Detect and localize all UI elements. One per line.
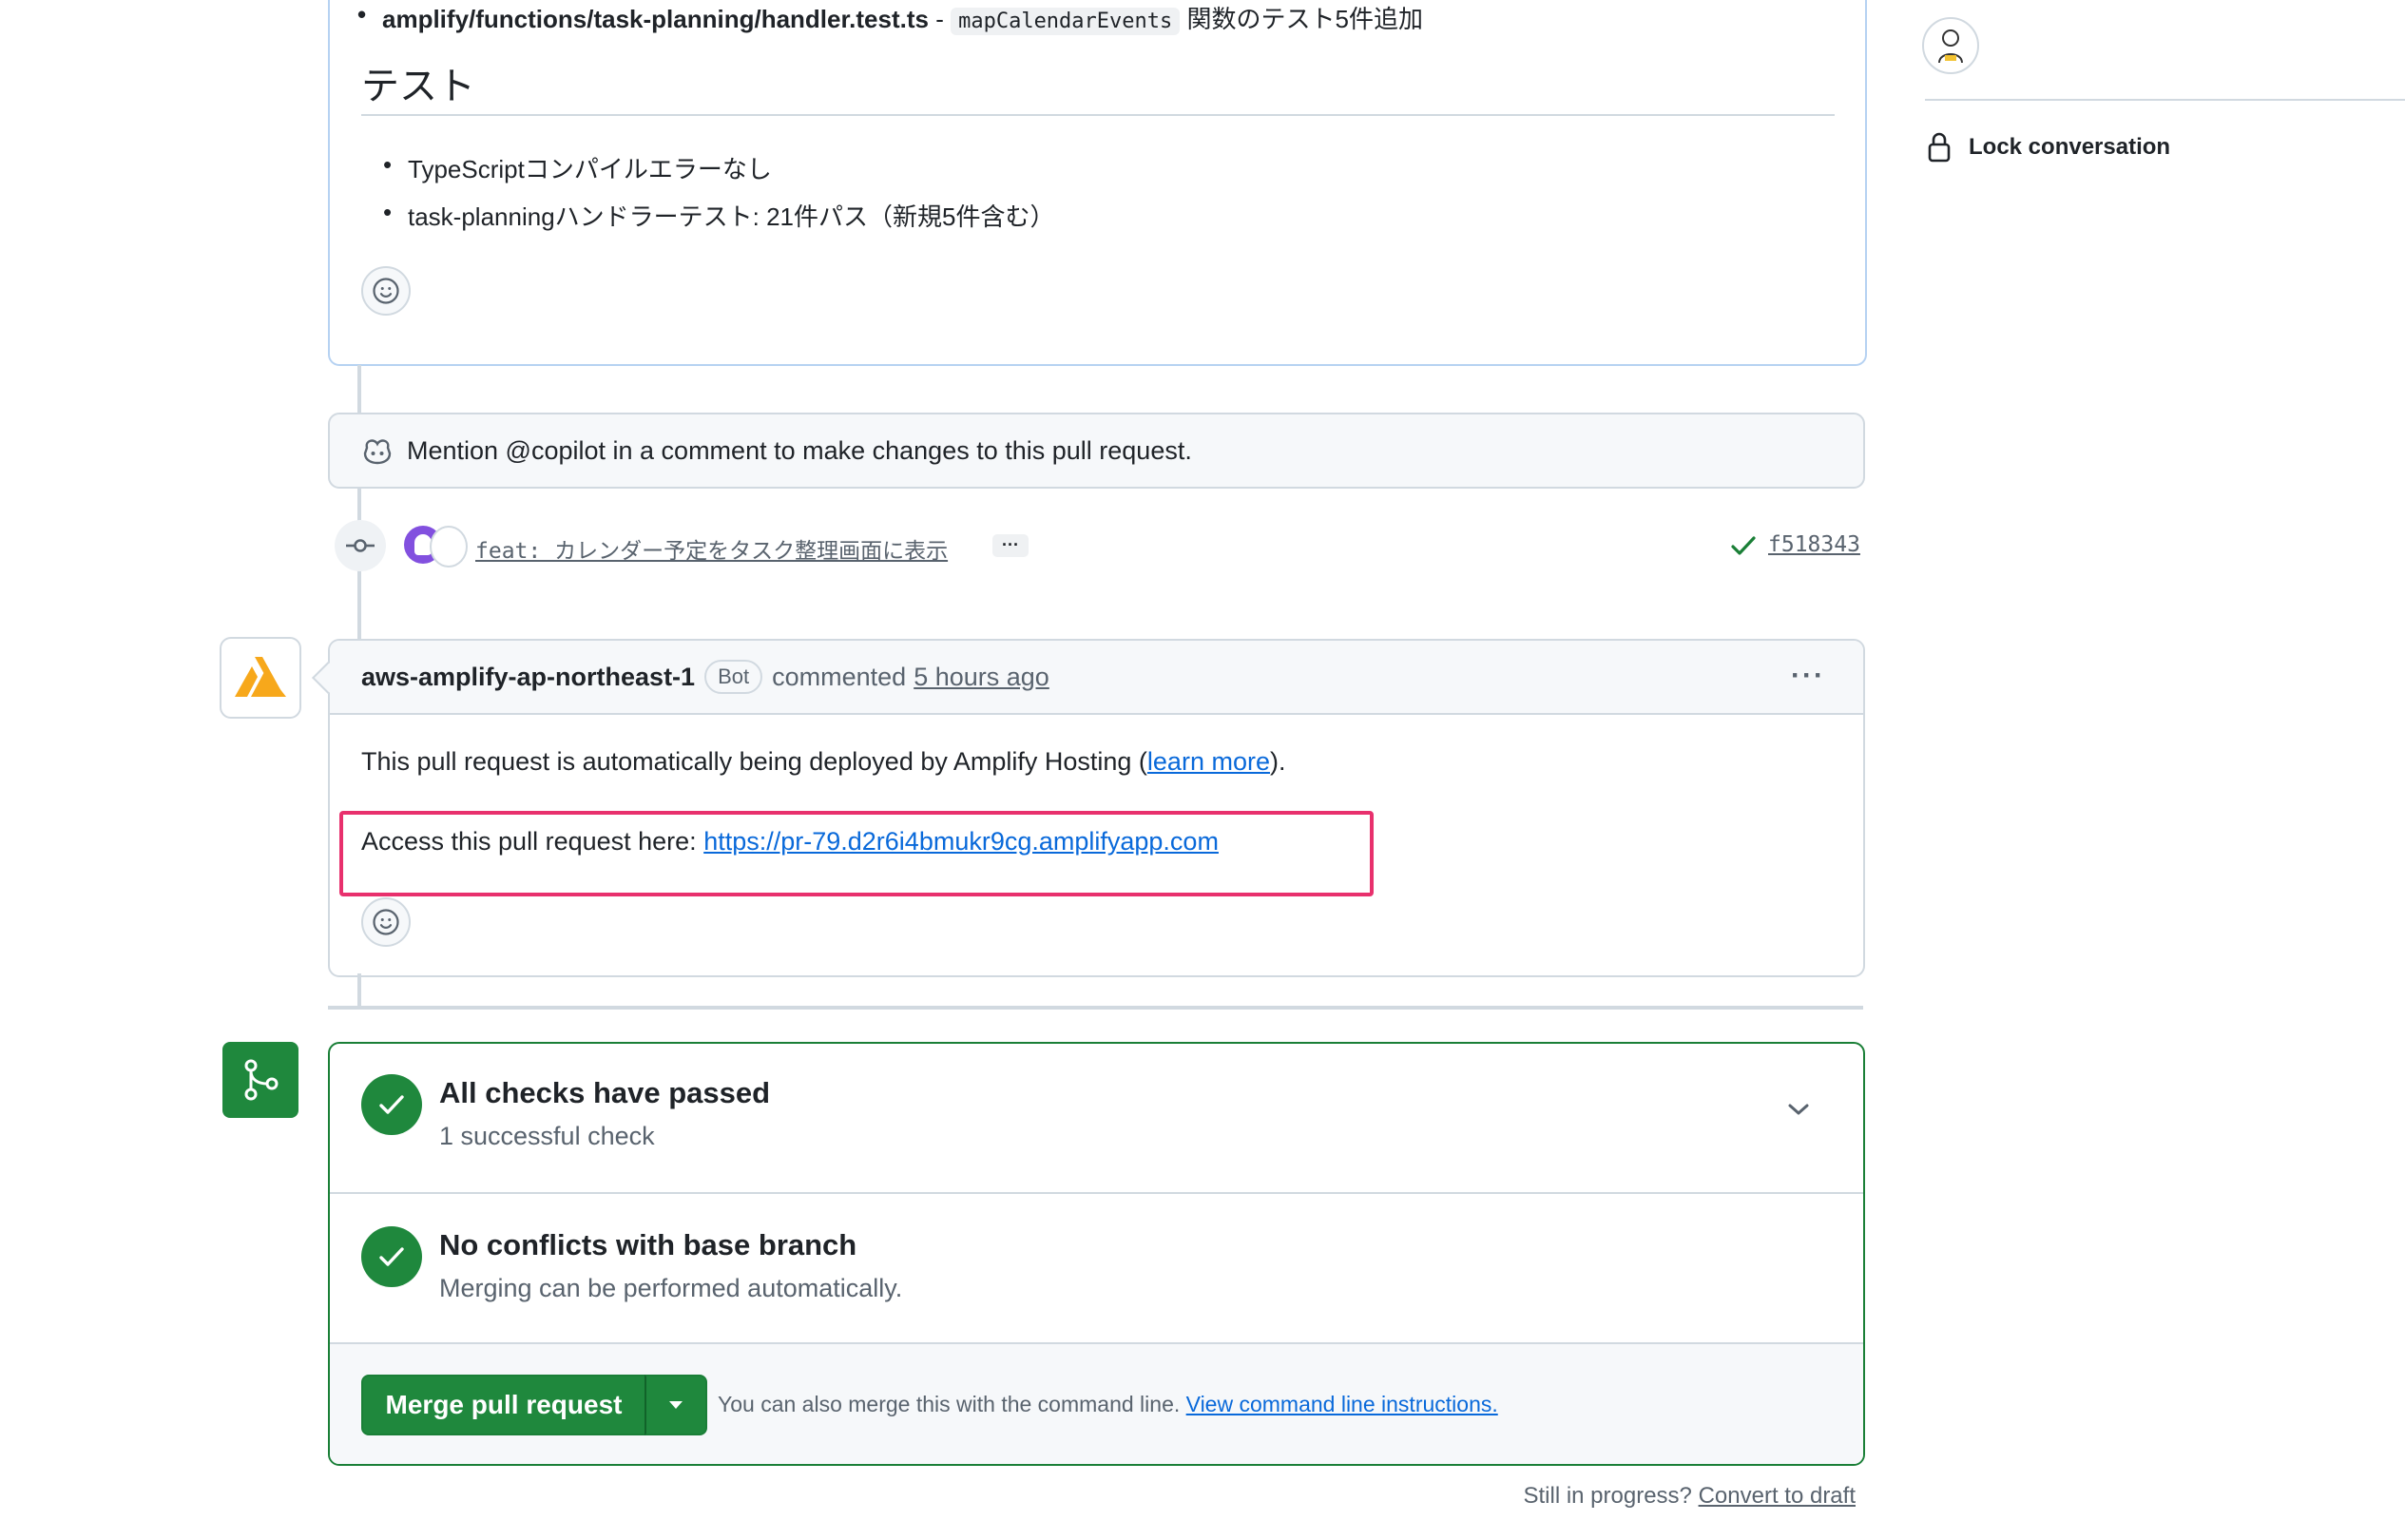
lock-conversation-label: Lock conversation [1969, 134, 2171, 160]
pr-description-card: amplify/functions/task-planning/handler.… [328, 0, 1867, 366]
command-line-instructions-link[interactable]: View command line instructions. [1186, 1392, 1498, 1416]
conflicts-section: No conflicts with base branch Merging ca… [330, 1194, 1863, 1344]
cli-hint: You can also merge this with the command… [718, 1392, 1498, 1417]
git-commit-icon [346, 539, 375, 552]
comment-author-link[interactable]: aws-amplify-ap-northeast-1 [361, 663, 695, 692]
lock-conversation-button[interactable]: Lock conversation [1925, 131, 2170, 164]
commit-node [335, 520, 386, 571]
checks-section[interactable]: All checks have passed 1 successful chec… [330, 1044, 1863, 1194]
chevron-down-icon[interactable] [1786, 1101, 1811, 1123]
check-passed-icon [361, 1226, 422, 1287]
merge-status-badge [222, 1042, 298, 1118]
draft-prefix: Still in progress? [1523, 1483, 1692, 1509]
timeline-line [357, 973, 361, 1008]
function-code: mapCalendarEvents [951, 8, 1181, 35]
check-icon [1730, 534, 1757, 562]
add-reaction-button[interactable] [361, 897, 411, 947]
highlight-annotation [339, 811, 1374, 896]
conflicts-title: No conflicts with base branch [439, 1228, 857, 1261]
add-reaction-button[interactable] [361, 266, 411, 316]
commit-expand-button[interactable]: ··· [992, 534, 1029, 557]
commit-sha-link[interactable]: f518343 [1768, 532, 1860, 557]
comment-timestamp-link[interactable]: 5 hours ago [914, 663, 1049, 692]
timeline-line [357, 365, 361, 413]
convert-to-draft-link[interactable]: Convert to draft [1699, 1483, 1856, 1509]
merge-options-dropdown[interactable] [645, 1375, 707, 1435]
comment-header: aws-amplify-ap-northeast-1 Bot commented… [330, 641, 1863, 715]
section-heading: テスト [361, 66, 475, 107]
comment-action: commented [772, 662, 907, 691]
git-merge-icon [244, 1059, 279, 1101]
merge-pull-request-button[interactable]: Merge pull request [361, 1375, 646, 1435]
heading-rule [361, 114, 1835, 116]
amplify-avatar[interactable] [220, 637, 301, 719]
bot-comment-card: aws-amplify-ap-northeast-1 Bot commented… [328, 639, 1865, 977]
copilot-icon [361, 436, 394, 465]
list-item: task-planningハンドラーテスト: 21件パス（新規5件含む） [383, 198, 1055, 233]
merge-actions: Merge pull request You can also merge th… [330, 1344, 1863, 1464]
merge-box: All checks have passed 1 successful chec… [328, 1042, 1865, 1466]
triangle-down-icon [669, 1401, 683, 1409]
checks-subtitle: 1 successful check [439, 1122, 655, 1150]
smiley-icon [373, 278, 399, 304]
bot-badge: Bot [704, 660, 763, 694]
separator: - [928, 5, 952, 33]
file-line-suffix: 関数のテスト5件追加 [1180, 5, 1423, 33]
body-suffix: ). [1269, 747, 1286, 776]
comment-options-icon[interactable]: ··· [1791, 660, 1825, 692]
body-prefix: This pull request is automatically being… [361, 747, 1147, 776]
timeline-end-rule [328, 1006, 1863, 1010]
learn-more-link[interactable]: learn more [1147, 747, 1270, 776]
commit-message-link[interactable]: feat: カレンダー予定をタスク整理画面に表示 [475, 532, 948, 565]
lock-icon [1928, 132, 1951, 163]
check-passed-icon [361, 1074, 422, 1135]
draft-hint: Still in progress? Convert to draft [1523, 1483, 1856, 1510]
checks-title: All checks have passed [439, 1076, 771, 1109]
sidebar-divider [1925, 99, 2405, 101]
user-avatar[interactable] [430, 526, 468, 568]
list-item: TypeScriptコンパイルエラーなし [383, 150, 772, 185]
comment-body-text: This pull request is automatically being… [361, 747, 1285, 777]
file-line: amplify/functions/task-planning/handler.… [382, 0, 1808, 38]
file-path: amplify/functions/task-planning/handler.… [382, 5, 929, 33]
conflicts-subtitle: Merging can be performed automatically. [439, 1274, 903, 1302]
participant-avatar[interactable] [1922, 17, 1979, 74]
smiley-icon [373, 909, 399, 935]
cli-text: You can also merge this with the command… [718, 1392, 1181, 1416]
copilot-notice-text: Mention @copilot in a comment to make ch… [407, 435, 1192, 465]
amplify-logo-icon [235, 657, 286, 697]
copilot-notice: Mention @copilot in a comment to make ch… [328, 413, 1865, 489]
